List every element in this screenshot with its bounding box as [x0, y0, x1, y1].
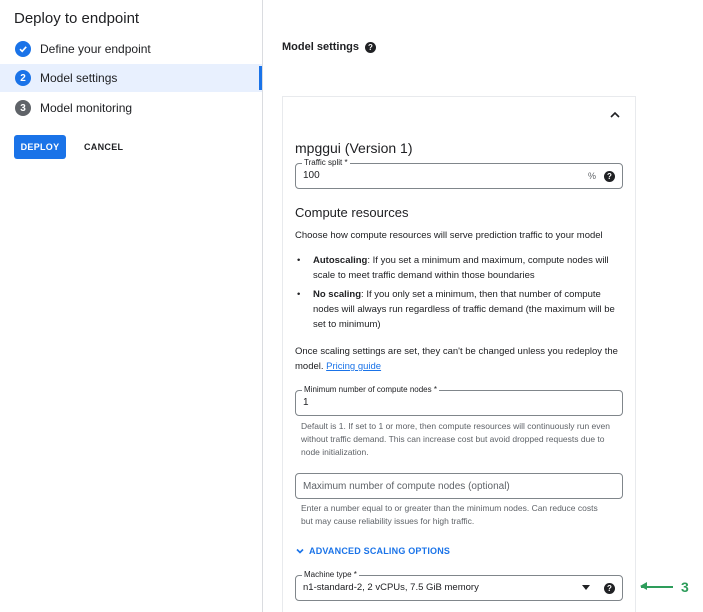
chevron-down-icon — [296, 548, 304, 554]
field-label: Traffic split * — [302, 158, 350, 167]
min-nodes-hint: Default is 1. If set to 1 or more, then … — [301, 421, 610, 457]
page-title: Deploy to endpoint — [14, 10, 140, 27]
callout-annotation: 3 — [640, 578, 689, 596]
model-settings-card: mpggui (Version 1) Traffic split * 100 %… — [282, 96, 636, 612]
max-nodes-hint: Enter a number equal to or greater than … — [301, 503, 598, 526]
min-nodes-field[interactable]: Minimum number of compute nodes * 1 — [295, 385, 623, 416]
list-item: • Autoscaling: If you set a minimum and … — [297, 253, 623, 283]
step-label: Define your endpoint — [40, 42, 151, 56]
step-number-icon: 2 — [15, 70, 31, 86]
bullet-dot: • — [297, 255, 301, 266]
bullet-term: No scaling — [313, 289, 362, 300]
machine-type-select[interactable]: Machine type * n1-standard-2, 2 vCPUs, 7… — [295, 570, 623, 601]
field-label: Minimum number of compute nodes * — [302, 385, 439, 394]
callout-number: 3 — [681, 579, 689, 595]
arrow-icon — [640, 582, 673, 591]
active-indicator — [259, 66, 262, 90]
step-label: Model monitoring — [40, 101, 133, 115]
step-label: Model settings — [40, 71, 118, 85]
max-nodes-placeholder: Maximum number of compute nodes (optiona… — [303, 481, 510, 492]
percent-suffix: % — [588, 171, 597, 181]
scaling-note: Once scaling settings are set, they can'… — [295, 344, 625, 374]
chevron-up-icon[interactable] — [609, 109, 621, 121]
list-item: • No scaling: If you only set a minimum,… — [297, 287, 623, 332]
stepper-panel: Deploy to endpoint Define your endpoint … — [0, 0, 263, 612]
step-define-endpoint[interactable]: Define your endpoint — [0, 35, 262, 63]
step-model-monitoring[interactable]: 3 Model monitoring — [0, 94, 262, 122]
step-model-settings[interactable]: 2 Model settings — [0, 64, 262, 92]
help-icon[interactable]: ? — [365, 42, 376, 53]
cancel-button[interactable]: CANCEL — [78, 135, 129, 159]
help-icon[interactable]: ? — [604, 171, 615, 182]
bullet-term: Autoscaling — [313, 255, 368, 266]
model-name: mpggui (Version 1) — [295, 140, 413, 156]
help-icon[interactable]: ? — [604, 583, 615, 594]
traffic-split-value: 100 — [303, 170, 320, 181]
step-number-icon: 3 — [15, 100, 31, 116]
max-nodes-field[interactable]: Maximum number of compute nodes (optiona… — [295, 473, 623, 499]
dropdown-arrow-icon — [582, 585, 590, 590]
check-icon — [15, 41, 31, 57]
field-label: Machine type * — [302, 570, 359, 579]
advanced-scaling-toggle[interactable]: ADVANCED SCALING OPTIONS — [295, 546, 450, 556]
compute-intro: Choose how compute resources will serve … — [295, 230, 603, 241]
section-title: Model settings — [282, 41, 360, 53]
compute-resources-heading: Compute resources — [295, 205, 409, 220]
machine-type-value: n1-standard-2, 2 vCPUs, 7.5 GiB memory — [303, 582, 479, 593]
min-nodes-value: 1 — [303, 397, 309, 408]
pricing-guide-link[interactable]: Pricing guide — [326, 361, 381, 372]
bullet-dot: • — [297, 289, 301, 300]
advanced-scaling-label: ADVANCED SCALING OPTIONS — [309, 546, 451, 556]
traffic-split-field[interactable]: Traffic split * 100 % ? — [295, 158, 623, 189]
deploy-button[interactable]: DEPLOY — [14, 135, 66, 159]
